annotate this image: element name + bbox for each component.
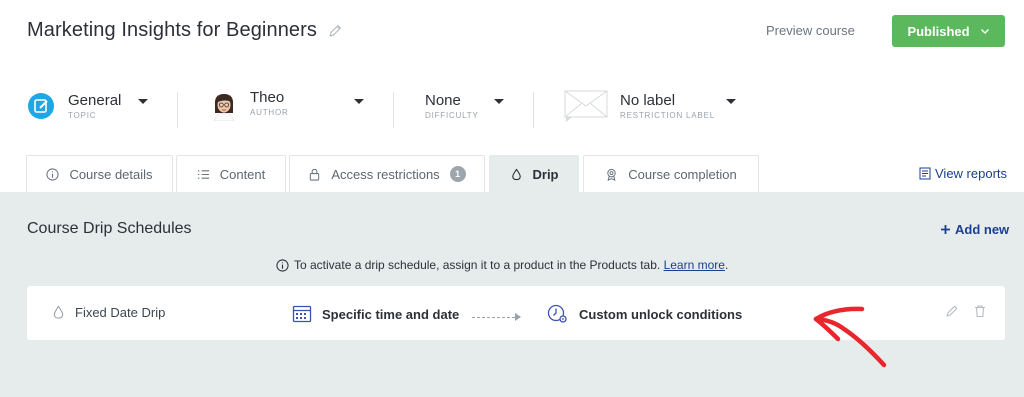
author-label: AUTHOR [250,108,289,117]
clock-gear-icon [547,304,567,323]
trash-icon[interactable] [973,304,987,318]
author-caret-icon[interactable] [354,99,364,104]
panel-title: Course Drip Schedules [27,220,192,237]
topic-selector[interactable]: General TOPIC [27,84,121,128]
report-icon [919,167,931,180]
drip-step-from: Specific time and date [292,304,459,324]
drip-notice: To activate a drip schedule, assign it t… [276,258,728,272]
publish-status-label: Published [907,23,970,39]
divider [533,92,534,128]
plus-icon [941,225,950,234]
lock-icon [310,168,320,181]
difficulty-selector[interactable]: None DIFFICULTY [425,84,479,128]
add-new-button[interactable]: Add new [940,222,1009,237]
tab-label: Course details [69,166,153,182]
restriction-value: No label [620,92,676,109]
list-icon [197,169,209,179]
tab-label: Drip [532,166,559,182]
author-value: Theo [250,89,285,106]
publish-status-button[interactable]: Published [892,15,1005,47]
add-new-label: Add new [955,222,1010,237]
topic-label: TOPIC [68,111,97,120]
topic-icon [28,93,54,119]
pencil-icon[interactable] [945,304,959,318]
pencil-icon[interactable] [327,23,343,39]
chevron-down-icon [980,29,989,34]
tab-drip[interactable]: Drip [489,155,579,192]
restriction-caret-icon[interactable] [726,99,736,104]
step-to-label: Custom unlock conditions [579,306,743,322]
drop-icon [53,305,64,319]
row-actions [945,304,987,318]
count-badge: 1 [449,166,466,182]
step-from-label: Specific time and date [322,306,460,322]
difficulty-label: DIFFICULTY [425,111,479,120]
tab-access-restrictions[interactable]: Access restrictions 1 [289,155,485,192]
tab-label: Access restrictions [331,166,440,182]
info-icon [276,258,289,272]
topic-value: General [68,92,122,109]
difficulty-caret-icon[interactable] [494,99,504,104]
drip-step-to: Custom unlock conditions [547,304,742,324]
info-icon [46,167,60,181]
divider [177,92,178,128]
view-reports-link[interactable]: View reports [919,166,1007,181]
arrow-head-icon [515,313,521,321]
tab-course-completion[interactable]: Course completion [583,155,759,192]
tab-label: Course completion [628,166,737,182]
tab-content[interactable]: Content [176,155,286,192]
learn-more-link[interactable]: Learn more [664,258,725,272]
topic-caret-icon[interactable] [138,99,148,104]
preview-course-link[interactable]: Preview course [766,23,855,38]
course-title: Marketing Insights for Beginners [27,19,318,41]
annotation-arrow-icon [813,306,887,368]
drop-icon [511,167,521,180]
restriction-label-selector[interactable]: No label RESTRICTION LABEL [564,84,715,128]
tab-label: Content [219,166,266,182]
avatar [213,94,235,121]
label-placeholder-icon [564,90,608,122]
step-arrow [472,317,520,318]
drip-name: Fixed Date Drip [75,305,166,320]
award-icon [607,168,617,181]
author-selector[interactable]: Theo AUTHOR [210,84,289,128]
divider [393,92,394,128]
drip-name-cell: Fixed Date Drip [52,305,165,320]
notice-end: . [724,258,729,272]
calendar-icon [292,305,312,323]
notice-text: To activate a drip schedule, assign it t… [294,258,661,272]
view-reports-label: View reports [935,166,1008,181]
restriction-label: RESTRICTION LABEL [620,111,715,120]
difficulty-value: None [425,92,461,109]
tab-course-details[interactable]: Course details [26,155,173,192]
